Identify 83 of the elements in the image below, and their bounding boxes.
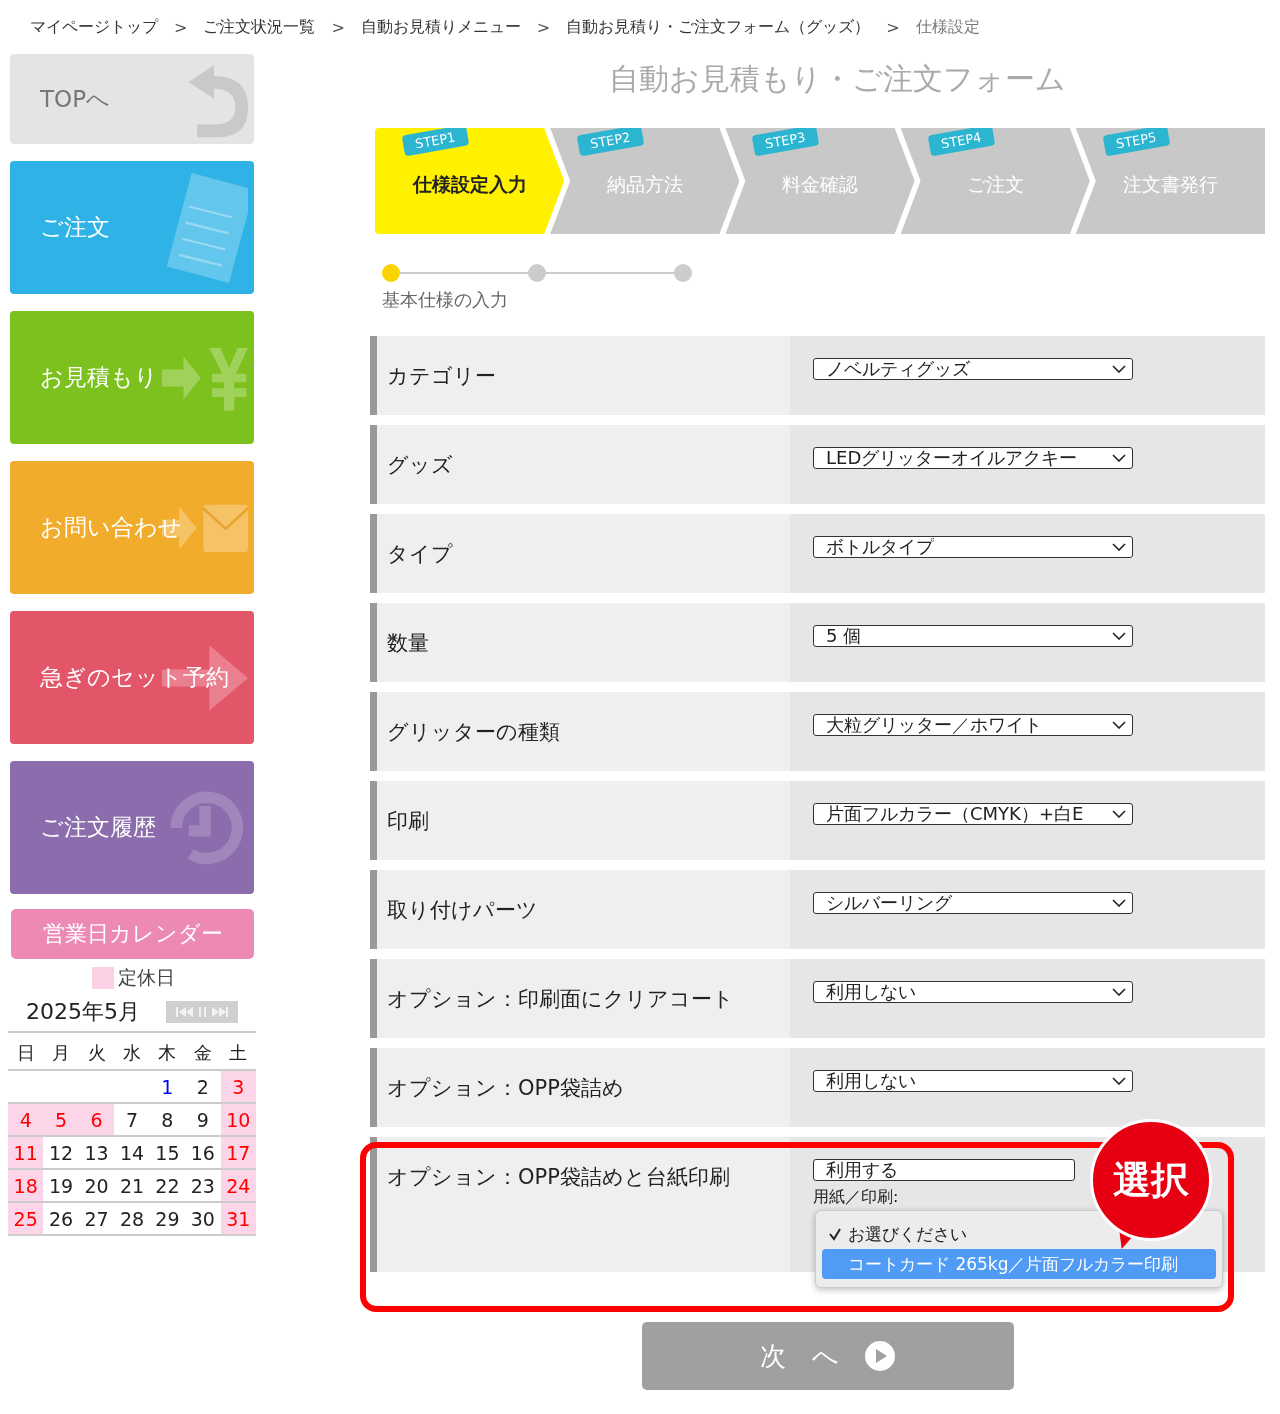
chevron-down-icon	[1112, 899, 1126, 907]
select-field[interactable]: LEDグリッターオイルアクキー	[813, 447, 1133, 469]
select-field[interactable]: シルバーリング	[813, 892, 1133, 914]
calendar-day: 29	[149, 1202, 186, 1235]
calendar-day: 22	[149, 1169, 186, 1202]
play-icon	[865, 1341, 896, 1371]
check-icon	[828, 1227, 842, 1241]
chevron-down-icon	[1112, 454, 1126, 462]
chevron-down-icon	[1112, 1077, 1126, 1085]
calendar-day: 10	[220, 1103, 256, 1136]
weekday-header: 水	[114, 1037, 150, 1070]
breadcrumb-separator: >	[886, 17, 900, 37]
calendar-day: 28	[114, 1202, 150, 1235]
select-field[interactable]: 利用しない	[813, 1070, 1133, 1092]
breadcrumb-link[interactable]: ご注文状況一覧	[203, 16, 316, 38]
weekday-header: 日	[8, 1037, 44, 1070]
select-field[interactable]: 5 個	[813, 625, 1133, 647]
calendar-day: 14	[114, 1136, 150, 1169]
legend-label: 定休日	[117, 965, 175, 990]
chevron-down-icon	[1112, 988, 1126, 996]
calendar-nav-icon[interactable]	[166, 1001, 238, 1023]
chevron-down-icon	[1112, 365, 1126, 373]
calendar-day: 1	[149, 1070, 186, 1103]
calendar-day: 13	[78, 1136, 115, 1169]
breadcrumb-link[interactable]: 自動お見積りメニュー	[360, 16, 521, 38]
chevron-down-icon	[1112, 721, 1126, 729]
weekday-header: 木	[149, 1037, 186, 1070]
breadcrumb-separator: >	[331, 17, 345, 37]
calendar-day: 4	[8, 1103, 44, 1136]
calendar-day: 19	[43, 1169, 79, 1202]
holiday-swatch	[91, 967, 114, 989]
sidebar-menu-button[interactable]: ご注文履歴	[10, 761, 254, 894]
select-field[interactable]: ノベルティグッズ	[813, 358, 1133, 380]
sidebar-menu-button[interactable]: 急ぎのセット予約	[10, 611, 254, 744]
field-label: 取り付けパーツ	[386, 896, 539, 924]
chevron-down-icon	[1112, 632, 1126, 640]
weekday-header: 金	[185, 1037, 221, 1070]
field-sub-label: 用紙／印刷:	[813, 1187, 900, 1208]
calendar-day: 27	[78, 1202, 115, 1235]
calendar-day: 18	[8, 1169, 44, 1202]
calendar-day: 12	[43, 1136, 79, 1169]
select-field[interactable]: 利用しない	[813, 981, 1133, 1003]
breadcrumb-separator: >	[536, 17, 551, 37]
calendar-day: 20	[78, 1169, 115, 1202]
page-title: 自動お見積もり・ご注文フォーム	[608, 60, 1067, 98]
calendar-day: 26	[43, 1202, 79, 1235]
calendar-day: 31	[220, 1202, 256, 1235]
calendar-day: 7	[114, 1103, 150, 1136]
select-field[interactable]: 利用する	[813, 1159, 1075, 1181]
chevron-down-icon	[1112, 810, 1126, 818]
breadcrumb-link[interactable]: マイページトップ	[30, 16, 158, 38]
calendar-day: 25	[8, 1202, 44, 1235]
calendar-month: 2025年5月	[26, 998, 140, 1026]
calendar-day: 17	[220, 1136, 256, 1169]
field-label: タイプ	[386, 540, 454, 568]
field-label: グッズ	[386, 451, 454, 479]
select-field[interactable]: 片面フルカラー（CMYK）+白E	[813, 803, 1133, 825]
calendar-day: 8	[149, 1103, 186, 1136]
field-label: オプション：印刷面にクリアコート	[386, 985, 735, 1013]
calendar-title: 営業日カレンダー	[11, 909, 254, 959]
field-label: 印刷	[386, 807, 430, 835]
select-field[interactable]: ボトルタイプ	[813, 536, 1133, 558]
breadcrumb-link[interactable]: 仕様設定	[915, 16, 980, 38]
calendar-day: 3	[220, 1070, 256, 1103]
field-label: オプション：OPP袋詰め	[386, 1074, 625, 1102]
select-field[interactable]: 大粒グリッター／ホワイト	[813, 714, 1133, 736]
field-label: カテゴリー	[386, 362, 497, 390]
field-label: 数量	[386, 629, 430, 657]
breadcrumb-link[interactable]: 自動お見積り・ご注文フォーム（グッズ）	[566, 16, 871, 38]
weekday-header: 月	[43, 1037, 79, 1070]
chevron-down-icon	[1112, 543, 1126, 551]
calendar-day: 5	[43, 1103, 79, 1136]
calendar-day: 21	[114, 1169, 150, 1202]
calendar-day: 11	[8, 1136, 44, 1169]
arrow-icon	[162, 643, 248, 712]
progress-label: 基本仕様の入力	[382, 288, 509, 312]
weekday-header: 火	[78, 1037, 115, 1070]
calendar-day: 24	[220, 1169, 256, 1202]
breadcrumb-separator: >	[174, 17, 188, 37]
calendar-day: 15	[149, 1136, 186, 1169]
field-label: グリッターの種類	[386, 718, 561, 746]
sidebar-menu-button[interactable]: TOPへ	[10, 54, 254, 144]
field-label: オプション：OPP袋詰めと台紙印刷	[386, 1164, 731, 1191]
